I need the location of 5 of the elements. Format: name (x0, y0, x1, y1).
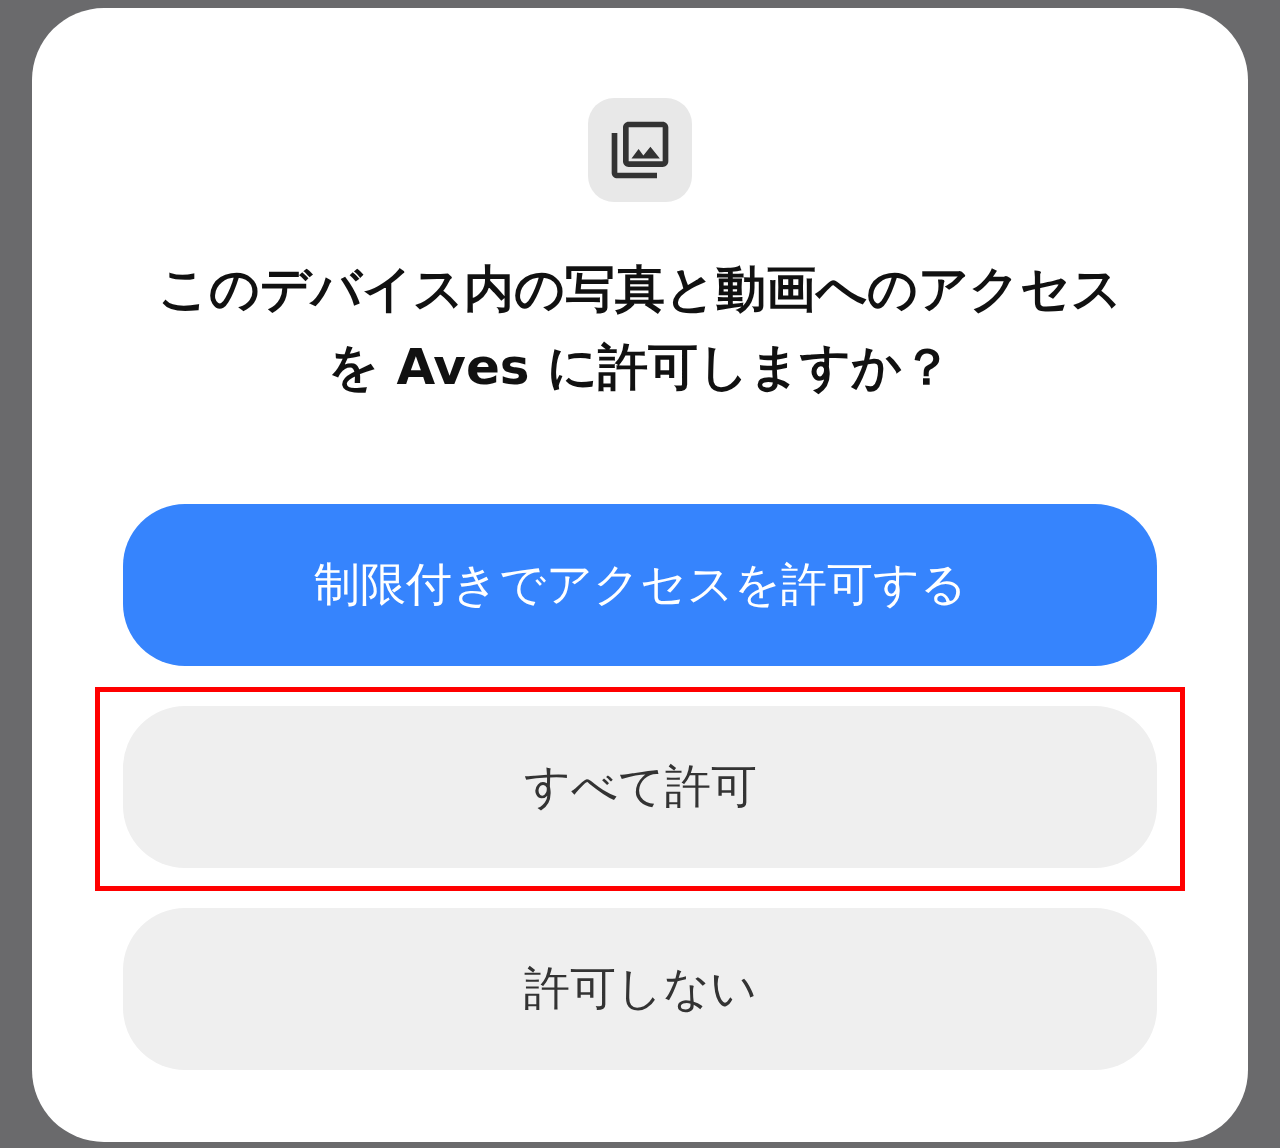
permission-button[interactable]: すべて許可 (123, 706, 1157, 868)
photo-library-icon (588, 98, 692, 202)
dialog-title: このデバイス内の写真と動画へのアクセスを Aves に許可しますか？ (157, 259, 1123, 398)
allow-limited-button[interactable]: 制限付きでアクセスを許可する (123, 504, 1157, 666)
permission-button[interactable]: 許可しない (123, 908, 1157, 1070)
